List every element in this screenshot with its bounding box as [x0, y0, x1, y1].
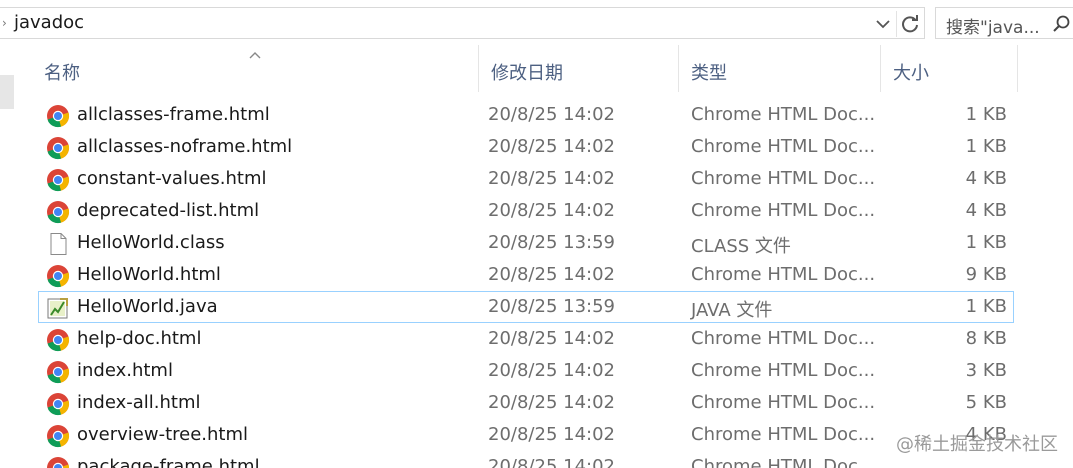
file-name: index-all.html: [77, 392, 201, 413]
file-name: help-doc.html: [77, 328, 202, 349]
file-type: CLASS 文件: [691, 236, 791, 257]
file-type: Chrome HTML Doc...: [691, 424, 876, 445]
file-date: 20/8/25 14:02: [488, 168, 615, 189]
file-date: 20/8/25 13:59: [488, 232, 615, 253]
file-date: 20/8/25 14:02: [488, 392, 615, 413]
file-date: 20/8/25 14:02: [488, 328, 615, 349]
file-size: 1 KB: [965, 296, 1007, 317]
file-type: Chrome HTML Doc...: [691, 104, 876, 125]
chrome-icon: [46, 136, 70, 160]
chrome-icon: [46, 328, 70, 352]
file-name: HelloWorld.class: [77, 232, 225, 253]
file-row[interactable]: overview-tree.html 20/8/25 14:02 Chrome HT…: [38, 419, 1014, 451]
file-row[interactable]: help-doc.html 20/8/25 14:02 Chrome HTML Do…: [38, 323, 1014, 355]
file-name: constant-values.html: [77, 168, 267, 189]
file-row[interactable]: HelloWorld.html 20/8/25 14:02 Chrome HTML …: [38, 259, 1014, 291]
chrome-icon: [46, 200, 70, 224]
address-bar-row: › javadoc 搜索"java...: [0, 0, 1073, 45]
column-header-type[interactable]: 类型: [678, 45, 880, 92]
file-date: 20/8/25 14:02: [488, 424, 615, 445]
file-size: 5 KB: [965, 392, 1007, 413]
breadcrumb-chevron-icon[interactable]: ›: [2, 16, 7, 30]
refresh-icon[interactable]: [896, 11, 922, 37]
chrome-icon: [46, 104, 70, 128]
file-type: Chrome HTML Doc...: [691, 360, 876, 381]
file-date: 20/8/25 14:02: [488, 104, 615, 125]
file-row[interactable]: HelloWorld.class 20/8/25 13:59 CLASS 文件 1 K…: [38, 227, 1014, 259]
file-row[interactable]: constant-values.html 20/8/25 14:02 Chrome …: [38, 163, 1014, 195]
search-placeholder[interactable]: 搜索"java...: [946, 13, 1040, 38]
chrome-icon: [46, 392, 70, 416]
file-date: 20/8/25 14:02: [488, 200, 615, 221]
file-date: 20/8/25 13:59: [488, 296, 615, 317]
file-row[interactable]: allclasses-noframe.html 20/8/25 14:02 Chro…: [38, 131, 1014, 163]
java-file-icon: [46, 296, 70, 320]
file-size: 3 KB: [965, 360, 1007, 381]
file-type: JAVA 文件: [691, 300, 773, 321]
navigation-pane-edge: [0, 45, 16, 468]
file-name: HelloWorld.java: [77, 296, 218, 317]
file-size: 4 KB: [965, 168, 1007, 189]
file-name: overview-tree.html: [77, 424, 249, 445]
chrome-icon: [46, 456, 70, 468]
file-date: 20/8/25 14:02: [488, 360, 615, 381]
column-header-size[interactable]: 大小: [880, 45, 1018, 92]
chevron-down-icon[interactable]: [872, 12, 894, 36]
column-header-name[interactable]: 名称: [32, 45, 494, 92]
file-name: package-frame.html: [77, 456, 260, 468]
file-size: 4 KB: [965, 200, 1007, 221]
file-row[interactable]: index.html 20/8/25 14:02 Chrome HTML Doc..…: [38, 355, 1014, 387]
address-bar[interactable]: › javadoc: [0, 7, 925, 39]
file-size: 1 KB: [965, 104, 1007, 125]
breadcrumb-path[interactable]: javadoc: [14, 12, 84, 33]
file-row[interactable]: deprecated-list.html 20/8/25 14:02 Chrome …: [38, 195, 1014, 227]
file-type: Chrome HTML Doc...: [691, 200, 876, 221]
file-type: Chrome HTML Doc...: [691, 392, 876, 413]
nav-scrollbar-thumb[interactable]: [0, 75, 14, 109]
file-name: allclasses-noframe.html: [77, 136, 293, 157]
file-row[interactable]: package-frame.html 20/8/25 14:02 Chrome HT…: [38, 451, 1014, 468]
blank-file-icon: [46, 232, 70, 256]
chrome-icon: [46, 424, 70, 448]
file-row[interactable]: HelloWorld.java 20/8/25 13:59 JAVA 文件 1 KB: [38, 291, 1014, 323]
chrome-icon: [46, 168, 70, 192]
chrome-icon: [46, 264, 70, 288]
search-box[interactable]: 搜索"java...: [935, 7, 1073, 39]
file-row[interactable]: index-all.html 20/8/25 14:02 Chrome HTML D…: [38, 387, 1014, 419]
file-name: index.html: [77, 360, 173, 381]
column-headers: 名称 修改日期 类型 大小: [16, 45, 1073, 92]
file-row[interactable]: allclasses-frame.html 20/8/25 14:02 Chrome…: [38, 99, 1014, 131]
file-date: 20/8/25 14:02: [488, 136, 615, 157]
file-size: 9 KB: [965, 264, 1007, 285]
file-type: Chrome HTML Doc...: [691, 168, 876, 189]
watermark: @稀土掘金技术社区: [896, 434, 1058, 455]
search-icon[interactable]: [1052, 14, 1072, 34]
file-date: 20/8/25 14:02: [488, 264, 615, 285]
file-name: HelloWorld.html: [77, 264, 221, 285]
chrome-icon: [46, 360, 70, 384]
file-name: allclasses-frame.html: [77, 104, 270, 125]
file-type: Chrome HTML Doc...: [691, 264, 876, 285]
file-size: 1 KB: [965, 136, 1007, 157]
file-name: deprecated-list.html: [77, 200, 260, 221]
file-size: 8 KB: [965, 328, 1007, 349]
file-type: Chrome HTML Doc...: [691, 136, 876, 157]
file-date: 20/8/25 14:02: [488, 456, 615, 468]
column-header-date[interactable]: 修改日期: [478, 45, 678, 92]
file-type: Chrome HTML Doc...: [691, 328, 876, 349]
file-type: Chrome HTML Doc...: [691, 456, 876, 468]
file-size: 1 KB: [965, 232, 1007, 253]
